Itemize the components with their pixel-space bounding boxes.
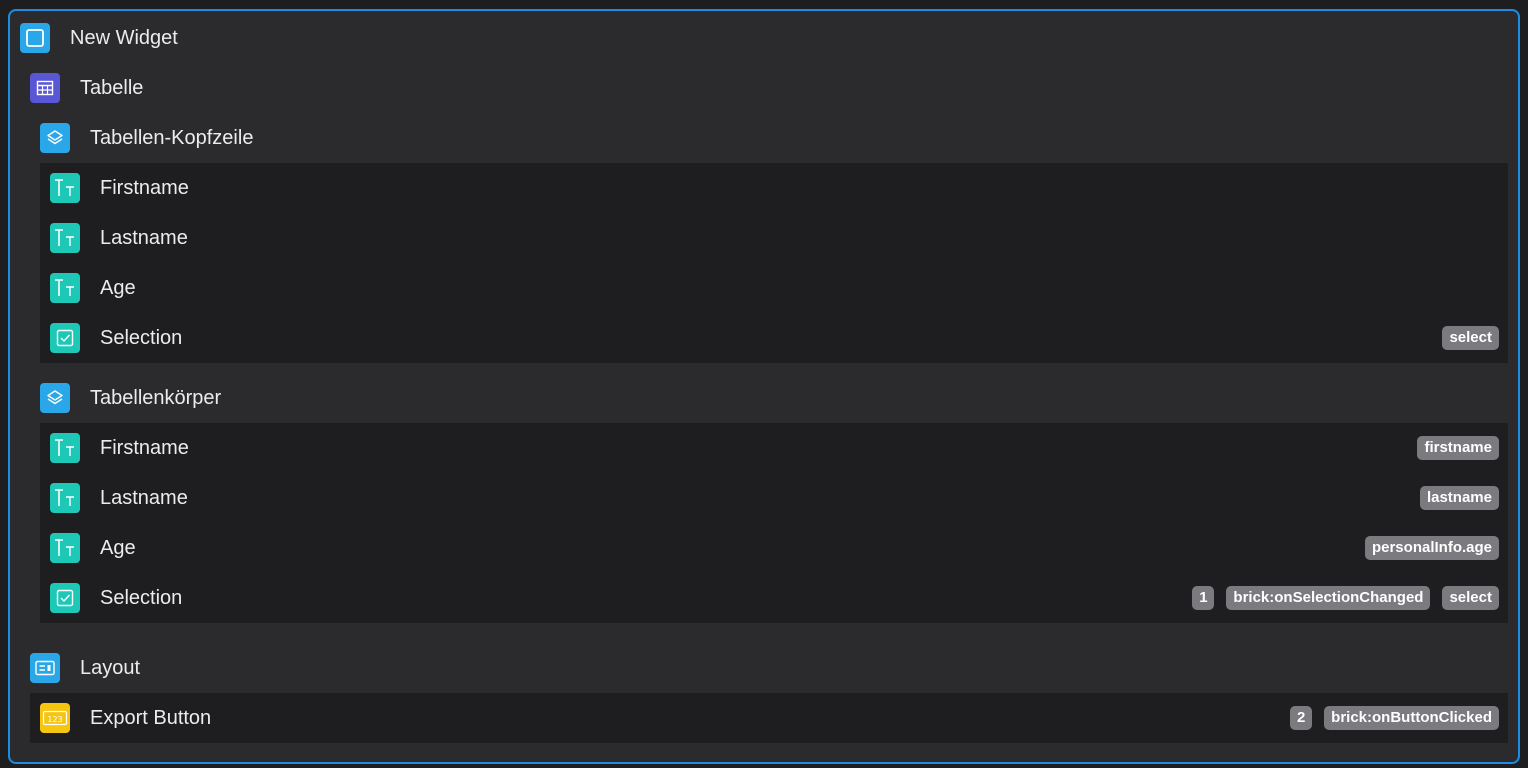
tree-item-body-firstname[interactable]: Firstname firstname <box>50 423 1508 473</box>
number-input-icon: 123 <box>40 703 70 733</box>
tree-item-label: Firstname <box>100 176 189 199</box>
table-grid-icon <box>30 73 60 103</box>
text-icon <box>50 173 80 203</box>
event-count-badge: 2 <box>1290 706 1313 730</box>
binding-tag[interactable]: firstname <box>1417 436 1499 460</box>
tree-item-label: Tabellenkörper <box>90 386 222 409</box>
text-icon <box>50 433 80 463</box>
widget-tree-panel: New Widget Tabelle Tabellen-Kopfzeile Fi… <box>8 9 1520 764</box>
tree-item-label: Age <box>100 276 136 299</box>
binding-tag[interactable]: select <box>1442 326 1499 350</box>
binding-tags: 1 brick:onSelectionChanged select <box>1192 586 1499 610</box>
square-widget-icon <box>20 23 50 53</box>
binding-tag[interactable]: select <box>1442 586 1499 610</box>
tree-item-tabellenkoerper[interactable]: Tabellenkörper <box>40 373 1510 423</box>
tree-item-body-lastname[interactable]: Lastname lastname <box>50 473 1508 523</box>
text-icon <box>50 223 80 253</box>
binding-tags: firstname <box>1417 436 1499 460</box>
event-tag[interactable]: brick:onButtonClicked <box>1324 706 1499 730</box>
tree-item-label: Tabellen-Kopfzeile <box>90 126 254 149</box>
layers-icon <box>40 123 70 153</box>
checkbox-icon <box>50 583 80 613</box>
binding-tags: lastname <box>1419 486 1499 510</box>
tree-item-label: Lastname <box>100 226 188 249</box>
tree-item-export-button[interactable]: 123 Export Button 2 brick:onButtonClicke… <box>40 693 1508 743</box>
text-icon <box>50 533 80 563</box>
tree-item-label: New Widget <box>70 26 178 49</box>
tree-item-layout[interactable]: Layout <box>30 643 1510 693</box>
tree-item-label: Firstname <box>100 436 189 459</box>
svg-text:123: 123 <box>47 715 62 724</box>
tree-item-label: Age <box>100 536 136 559</box>
layers-icon <box>40 383 70 413</box>
tree-item-header-selection[interactable]: Selection select <box>50 313 1508 363</box>
tree-item-label: Lastname <box>100 486 188 509</box>
event-count-badge: 1 <box>1192 586 1215 610</box>
tree-item-body-age[interactable]: Age personalInfo.age <box>50 523 1508 573</box>
tree-item-label: Selection <box>100 326 183 349</box>
body-children-panel: Firstname firstname Lastname lastname Ag… <box>40 423 1508 623</box>
tree-item-header-firstname[interactable]: Firstname <box>50 163 1508 213</box>
binding-tag[interactable]: personalInfo.age <box>1364 536 1499 560</box>
binding-tags: 2 brick:onButtonClicked <box>1290 706 1499 730</box>
binding-tags: personalInfo.age <box>1364 536 1499 560</box>
tree-item-header-age[interactable]: Age <box>50 263 1508 313</box>
tree-item-header-lastname[interactable]: Lastname <box>50 213 1508 263</box>
tree-item-label: Tabelle <box>80 76 144 99</box>
header-children-panel: Firstname Lastname Age Selection select <box>40 163 1508 363</box>
event-tag[interactable]: brick:onSelectionChanged <box>1226 586 1431 610</box>
tree-item-body-selection[interactable]: Selection 1 brick:onSelectionChanged sel… <box>50 573 1508 623</box>
layout-icon <box>30 653 60 683</box>
text-icon <box>50 273 80 303</box>
text-icon <box>50 483 80 513</box>
tree-item-tabelle[interactable]: Tabelle <box>30 63 1510 113</box>
checkbox-icon <box>50 323 80 353</box>
tree-item-label: Layout <box>80 656 141 679</box>
binding-tags: select <box>1442 326 1499 350</box>
layout-children-panel: 123 Export Button 2 brick:onButtonClicke… <box>30 693 1508 743</box>
tree-item-label: Selection <box>100 586 183 609</box>
tree-item-new-widget[interactable]: New Widget <box>20 13 1510 63</box>
binding-tag[interactable]: lastname <box>1419 486 1499 510</box>
tree-item-label: Export Button <box>90 706 212 729</box>
tree-item-tabellen-kopfzeile[interactable]: Tabellen-Kopfzeile <box>40 113 1510 163</box>
